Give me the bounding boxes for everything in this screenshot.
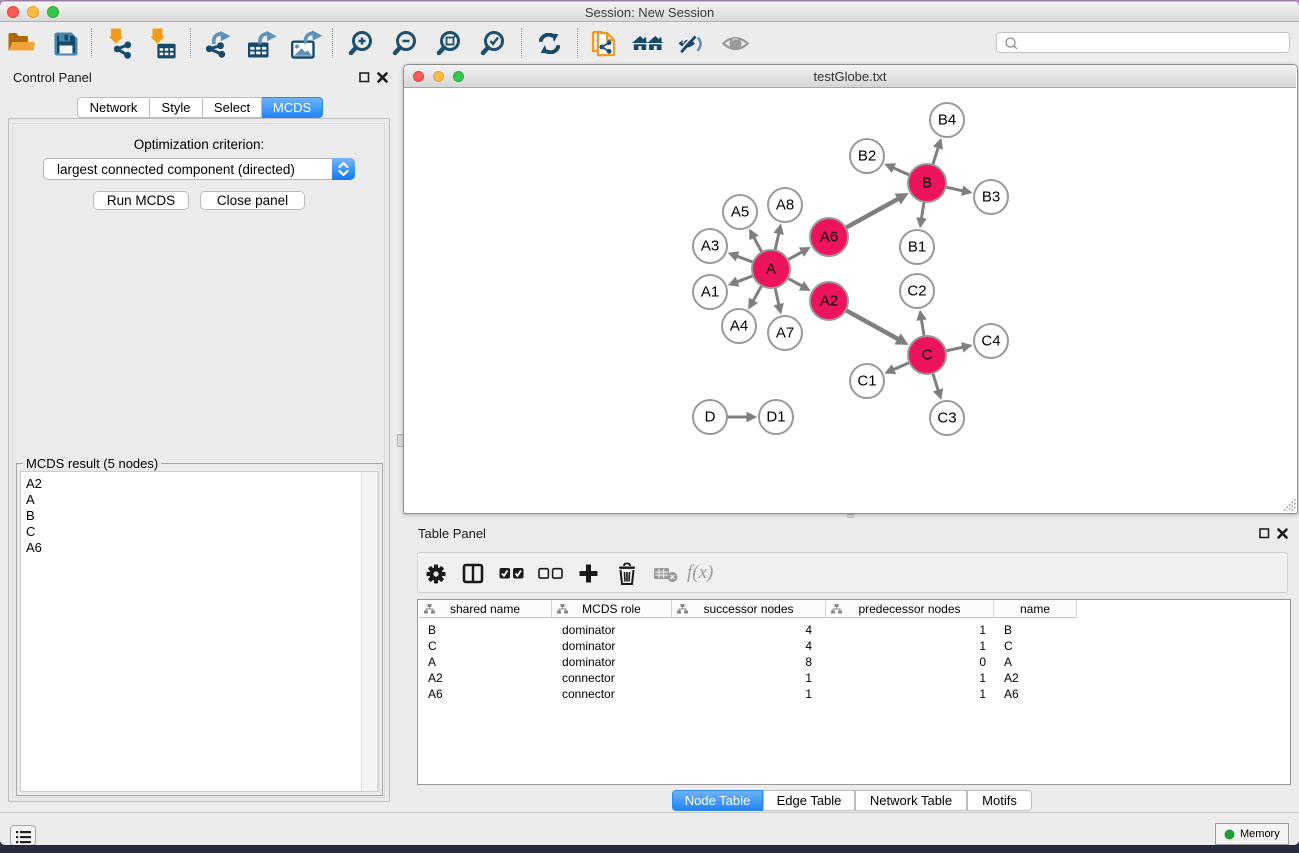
svg-text:A4: A4 [730,318,748,335]
svg-text:B3: B3 [982,189,1000,206]
svg-text:B4: B4 [938,112,956,129]
svg-text:B: B [922,175,932,192]
svg-text:C4: C4 [981,333,1000,350]
svg-text:C: C [922,347,933,364]
svg-text:C1: C1 [857,373,876,390]
svg-text:B1: B1 [908,239,926,256]
svg-text:A7: A7 [776,325,794,342]
svg-text:A: A [766,261,776,278]
svg-text:C2: C2 [907,283,926,300]
svg-text:A5: A5 [731,204,749,221]
svg-text:D: D [705,409,716,426]
svg-text:A6: A6 [820,229,838,246]
svg-text:A8: A8 [776,197,794,214]
svg-text:A3: A3 [701,238,719,255]
svg-text:A1: A1 [701,284,719,301]
svg-text:B2: B2 [858,148,876,165]
svg-text:A2: A2 [820,293,838,310]
svg-text:C3: C3 [937,410,956,427]
svg-text:D1: D1 [766,409,785,426]
